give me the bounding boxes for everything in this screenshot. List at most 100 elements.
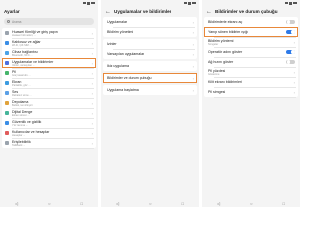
settings-item-icon bbox=[5, 81, 9, 85]
settings-item[interactable]: İkiz uygulama › bbox=[103, 61, 197, 71]
settings-item[interactable]: İzinler › bbox=[103, 39, 197, 50]
recent-nav-icon[interactable]: □ bbox=[81, 201, 83, 206]
notif-setting-label: Bildirimlerle ekranı aç bbox=[208, 20, 243, 24]
settings-item-text: Ses Rahatsız etme ... bbox=[12, 90, 89, 97]
back-nav-icon[interactable]: ◁ bbox=[217, 201, 220, 206]
notif-setting-label: Operatör adını göster bbox=[208, 50, 243, 54]
chevron-right-icon: › bbox=[293, 89, 295, 95]
back-nav-icon[interactable]: ◁ bbox=[15, 201, 18, 206]
notif-setting-item[interactable]: Kilit ekranı bildirimleri › bbox=[204, 77, 298, 88]
recent-nav-icon[interactable]: □ bbox=[283, 201, 285, 206]
notif-header: ← Bildirimler ve durum çubuğu bbox=[202, 6, 300, 17]
settings-item-subtitle: Yüz tanıma ... bbox=[12, 123, 29, 127]
back-arrow-icon[interactable]: ← bbox=[105, 9, 111, 15]
home-nav-icon[interactable]: ○ bbox=[149, 201, 151, 206]
settings-item-icon bbox=[5, 41, 9, 45]
settings-item-label: İkiz uygulama bbox=[107, 64, 129, 68]
toggle-switch[interactable] bbox=[286, 59, 295, 65]
settings-item[interactable]: Varsayılan uygulamalar › bbox=[103, 49, 197, 59]
notif-setting-item[interactable]: Pil yüzdesi Gösterme › bbox=[204, 67, 298, 78]
settings-item-subtitle: Parlaklık, göz ... bbox=[12, 83, 31, 87]
settings-header: Ayarlar bbox=[0, 6, 98, 17]
settings-group: İkiz uygulama › bbox=[103, 61, 197, 71]
settings-item-icon bbox=[5, 121, 9, 125]
settings-item-subtitle: İzinler, varsayılan ... bbox=[12, 63, 35, 67]
toggle-switch[interactable] bbox=[286, 19, 295, 25]
settings-screen: Ayarlar Arama Huawei Kimliği ve giriş ya… bbox=[0, 0, 98, 207]
chevron-right-icon: › bbox=[192, 63, 194, 69]
notif-setting-item[interactable]: Pil simgesi › bbox=[204, 87, 298, 98]
settings-item-label: Bildirimler ve durum çubuğu bbox=[107, 76, 152, 80]
notif-setting-item[interactable]: Bildirimlerle ekranı aç bbox=[204, 17, 298, 28]
notif-setting-item[interactable]: Operatör adını göster bbox=[204, 47, 298, 58]
settings-item[interactable]: Uygulamalar › bbox=[103, 17, 197, 28]
home-nav-icon[interactable]: ○ bbox=[48, 201, 50, 206]
settings-item-text: Cihaz bağlantısı Bluetooth, NFC ... bbox=[12, 50, 89, 57]
apps-notifications-list: Uygulamalar › Bildirim yönetimi › İzinler › Va… bbox=[101, 17, 199, 95]
notif-setting-item[interactable]: Ağ hızını göster bbox=[204, 57, 298, 68]
back-arrow-icon[interactable]: ← bbox=[206, 9, 212, 15]
recent-nav-icon[interactable]: □ bbox=[182, 201, 184, 206]
chevron-right-icon: › bbox=[91, 140, 93, 146]
settings-item-icon bbox=[5, 141, 9, 145]
notif-setting-text: Yanıp sönen bildirim ışığı bbox=[208, 30, 283, 34]
chevron-right-icon: › bbox=[91, 100, 93, 106]
notif-setting-value: Gösterme bbox=[208, 72, 220, 76]
settings-item[interactable]: Kablosuz ve ağlar Wi-Fi, Çift SIM ... › bbox=[2, 38, 96, 49]
settings-item-text: Kullanıcılar ve hesaplar Hesaplar ... bbox=[12, 130, 89, 137]
settings-item[interactable]: Güvenlik ve gizlilik Yüz tanıma ... › bbox=[2, 118, 96, 129]
settings-item-subtitle: Wi-Fi, Çift SIM ... bbox=[12, 43, 32, 47]
chevron-right-icon: › bbox=[192, 41, 194, 47]
settings-item-label: Varsayılan uygulamalar bbox=[107, 52, 145, 56]
notif-setting-label: Ağ hızını göster bbox=[208, 60, 234, 64]
apps-header: ← Uygulamalar ve bildirimler bbox=[101, 6, 199, 17]
search-icon bbox=[7, 20, 10, 23]
settings-item-label: İzinler bbox=[107, 42, 117, 46]
settings-item[interactable]: Dijital Denge Ekran süresi ... › bbox=[2, 108, 96, 119]
settings-item[interactable]: Erişilebilirlik TalkBack ... › bbox=[2, 138, 96, 149]
settings-item-subtitle: Ekran süresi ... bbox=[12, 113, 30, 117]
settings-item[interactable]: Ekran Parlaklık, göz ... › bbox=[2, 78, 96, 89]
settings-item[interactable]: Depolama Bellek, temizleyici › bbox=[2, 98, 96, 109]
settings-item-icon bbox=[5, 131, 9, 135]
notif-setting-text: Pil yüzdesi Gösterme bbox=[208, 69, 291, 76]
settings-item[interactable]: Cihaz bağlantısı Bluetooth, NFC ... › bbox=[2, 48, 96, 59]
chevron-right-icon: › bbox=[192, 75, 194, 81]
settings-item-icon bbox=[5, 111, 9, 115]
notif-setting-text: Ağ hızını göster bbox=[208, 60, 283, 64]
chevron-right-icon: › bbox=[192, 51, 194, 57]
notif-setting-text: Bildirimlerle ekranı aç bbox=[208, 20, 283, 24]
settings-item[interactable]: Bildirim yönetimi › bbox=[103, 27, 197, 37]
settings-item-text: Kablosuz ve ağlar Wi-Fi, Çift SIM ... bbox=[12, 40, 89, 47]
settings-item[interactable]: Huawei Kimliği ve giriş yapın Huawei hizm… bbox=[2, 28, 96, 39]
notif-settings-list: Bildirimlerle ekranı aç Yanıp sönen bildi… bbox=[204, 17, 298, 98]
settings-item[interactable]: Kullanıcılar ve hesaplar Hesaplar ... › bbox=[2, 128, 96, 139]
settings-item[interactable]: Pil Güç tasarrufu ... › bbox=[2, 68, 96, 79]
notif-setting-label: Pil simgesi bbox=[208, 90, 226, 94]
notif-setting-item[interactable]: Yanıp sönen bildirim ışığı bbox=[204, 27, 298, 38]
settings-item-subtitle: Hesaplar ... bbox=[12, 133, 26, 137]
apps-notifications-screen: ← Uygulamalar ve bildirimler Uygulamalar… bbox=[101, 0, 199, 207]
chevron-right-icon: › bbox=[293, 39, 295, 45]
toggle-switch[interactable] bbox=[286, 49, 295, 55]
settings-item[interactable]: Ses Rahatsız etme ... › bbox=[2, 88, 96, 99]
settings-item-label: Bildirim yönetimi bbox=[107, 30, 134, 34]
search-input[interactable]: Arama bbox=[4, 18, 94, 25]
toggle-switch[interactable] bbox=[286, 29, 295, 35]
chevron-right-icon: › bbox=[91, 40, 93, 46]
nav-bar: ◁ ○ □ bbox=[101, 199, 199, 207]
settings-item[interactable]: Uygulama başlatma › bbox=[103, 85, 197, 95]
chevron-right-icon: › bbox=[192, 29, 194, 35]
settings-item-text: Dijital Denge Ekran süresi ... bbox=[12, 110, 89, 117]
settings-item-text: Uygulamalar ve bildirimler İzinler, varsa… bbox=[12, 60, 89, 67]
chevron-right-icon: › bbox=[91, 50, 93, 56]
settings-item-icon bbox=[5, 51, 9, 55]
settings-item[interactable]: Uygulamalar ve bildirimler İzinler, varsa… bbox=[2, 58, 96, 69]
chevron-right-icon: › bbox=[91, 70, 93, 76]
chevron-right-icon: › bbox=[91, 90, 93, 96]
chevron-right-icon: › bbox=[293, 69, 295, 75]
notif-setting-item[interactable]: Bildirim yöntemi Simgeler › bbox=[204, 37, 298, 48]
home-nav-icon[interactable]: ○ bbox=[250, 201, 252, 206]
settings-item[interactable]: Bildirimler ve durum çubuğu › bbox=[103, 73, 197, 83]
back-nav-icon[interactable]: ◁ bbox=[116, 201, 119, 206]
